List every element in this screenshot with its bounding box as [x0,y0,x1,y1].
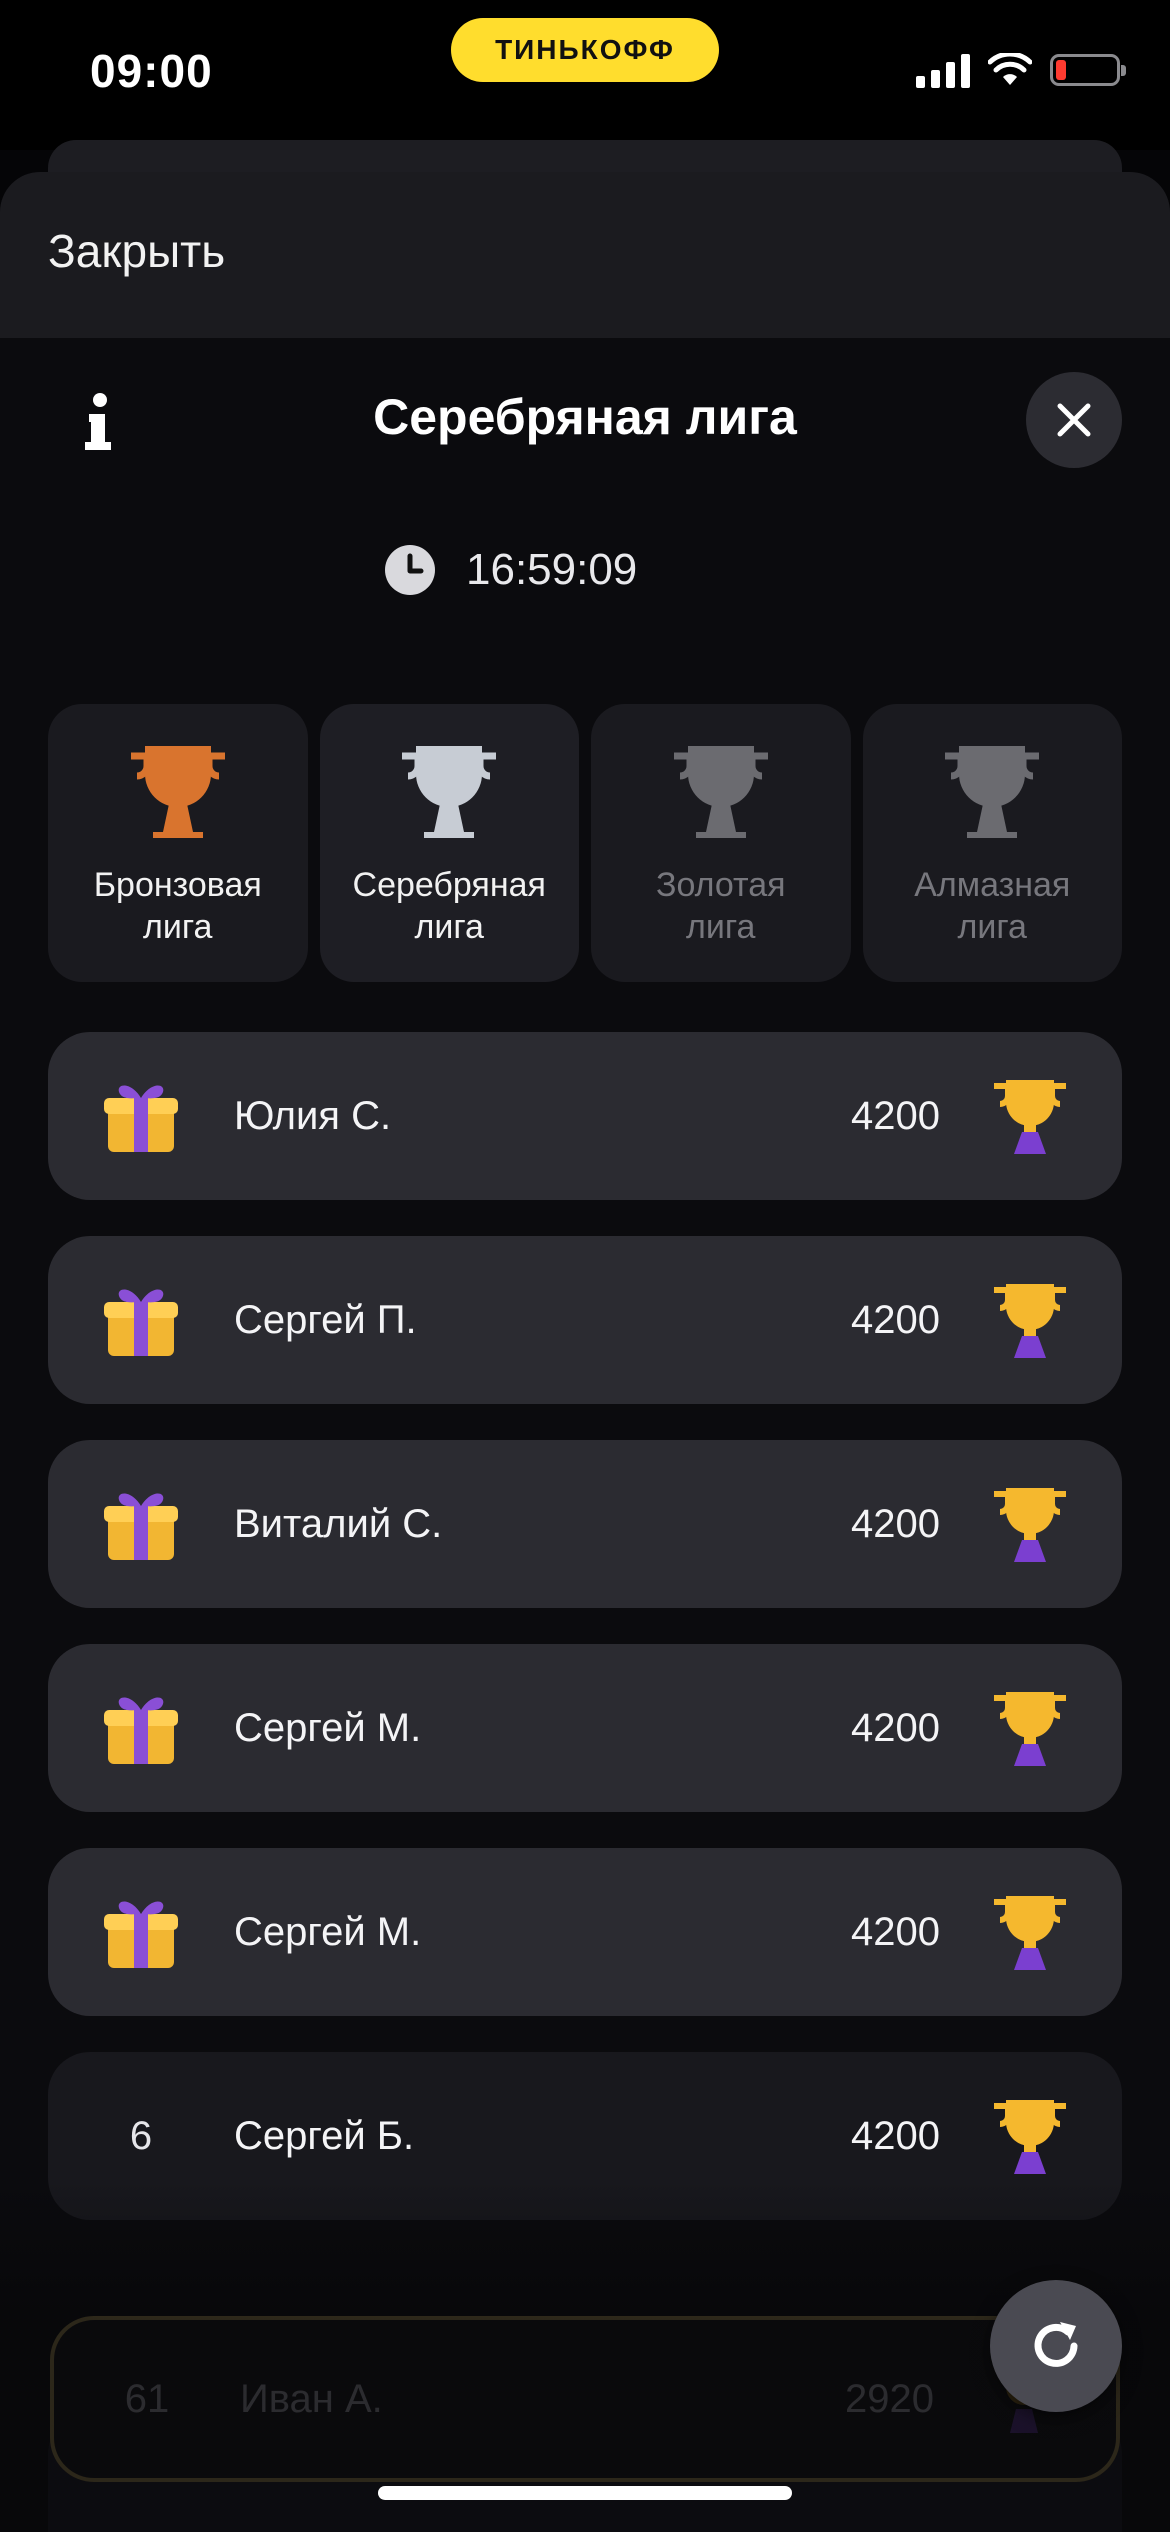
league-sheet: Закрыть Серебряная лига 16:59:09 Бронзов… [0,172,1170,2532]
gift-icon [104,1901,178,1968]
rank-number: 61 [124,2376,170,2421]
title-row: Серебряная лига [0,372,1170,492]
wifi-icon [988,53,1032,85]
player-name: Сергей П. [234,1297,417,1342]
league-name: Бронзовая лига [93,866,262,946]
rank-cell [48,1644,234,1812]
brand-badge[interactable]: ТИНЬКОФФ [451,18,719,82]
clock-icon [385,545,435,595]
gift-icon [104,1085,178,1152]
player-score: 2920 [845,2376,934,2421]
player-score: 4200 [851,1093,940,1138]
player-name: Сергей М. [234,1705,422,1750]
battery-icon [1050,54,1126,86]
leaderboard-row[interactable]: Сергей М. 4200 [48,1644,1122,1812]
league-name: Алмазная лига [914,866,1071,946]
gift-icon [104,1493,178,1560]
league-timer: 16:59:09 [384,544,637,596]
leaderboard-row[interactable]: Юлия С. 4200 [48,1032,1122,1200]
home-indicator [378,2486,792,2500]
current-user-row[interactable]: 61 Иван А. 2920 [50,2316,1120,2482]
player-score: 4200 [851,1501,940,1546]
player-score: 4200 [851,1909,940,1954]
trophy-icon [980,1440,1080,1608]
rank-cell: 61 [54,2315,240,2483]
leaderboard-row[interactable]: Сергей П. 4200 [48,1236,1122,1404]
player-name: Сергей Б. [234,2113,415,2158]
cellular-signal-icon [916,52,970,88]
trophy-icon [980,2052,1080,2220]
page-title: Серебряная лига [373,389,797,445]
trophy-icon [980,1644,1080,1812]
trophy-icon [980,1032,1080,1200]
close-icon [1057,403,1091,437]
league-name: Серебряная лига [352,866,546,946]
trophy-icon [980,1848,1080,2016]
cup-icon [402,746,497,838]
league-tab[interactable]: Алмазная лига [862,704,1122,982]
league-name: Золотая лига [655,866,786,946]
status-time: 09:00 [90,45,213,97]
league-tab[interactable]: Золотая лига [591,704,851,982]
rank-cell [48,1848,234,2016]
league-tabs: Бронзовая лига Серебряная лига Золотая лига Ал… [48,704,1122,982]
close-sheet-link[interactable]: Закрыть [48,224,225,278]
timer-value: 16:59:09 [466,545,638,594]
gift-icon [104,1289,178,1356]
status-icons [916,52,1126,88]
status-bar: 09:00 ТИНЬКОФФ [0,0,1170,150]
leaderboard-row[interactable]: 6 Сергей Б. 4200 [48,2052,1122,2220]
rank-cell: 6 [48,2052,234,2220]
rank-cell [48,1032,234,1200]
rank-cell [48,1236,234,1404]
player-name: Сергей М. [234,1909,422,1954]
cup-icon [130,746,225,838]
player-name: Иван А. [240,2376,383,2421]
cup-icon [945,746,1040,838]
rank-cell [48,1440,234,1608]
refresh-icon [1034,2322,1078,2367]
close-button[interactable] [1026,372,1122,468]
leaderboard-row[interactable]: Виталий С. 4200 [48,1440,1122,1608]
player-score: 4200 [851,1297,940,1342]
league-tab[interactable]: Бронзовая лига [48,704,308,982]
player-score: 4200 [851,1705,940,1750]
gift-icon [104,1697,178,1764]
app-screen: 09:00 ТИНЬКОФФ Закрыть Серебряная лига 1… [0,0,1170,2532]
league-tab[interactable]: Серебряная лига [319,704,579,982]
player-name: Юлия С. [234,1093,392,1138]
trophy-icon [980,1236,1080,1404]
cup-icon [673,746,768,838]
leaderboard-row[interactable]: Сергей М. 4200 [48,1848,1122,2016]
player-name: Виталий С. [234,1501,443,1546]
player-score: 4200 [851,2113,940,2158]
refresh-button[interactable] [990,2280,1122,2412]
sheet-header: Закрыть [0,172,1170,338]
rank-number: 6 [129,2113,153,2158]
